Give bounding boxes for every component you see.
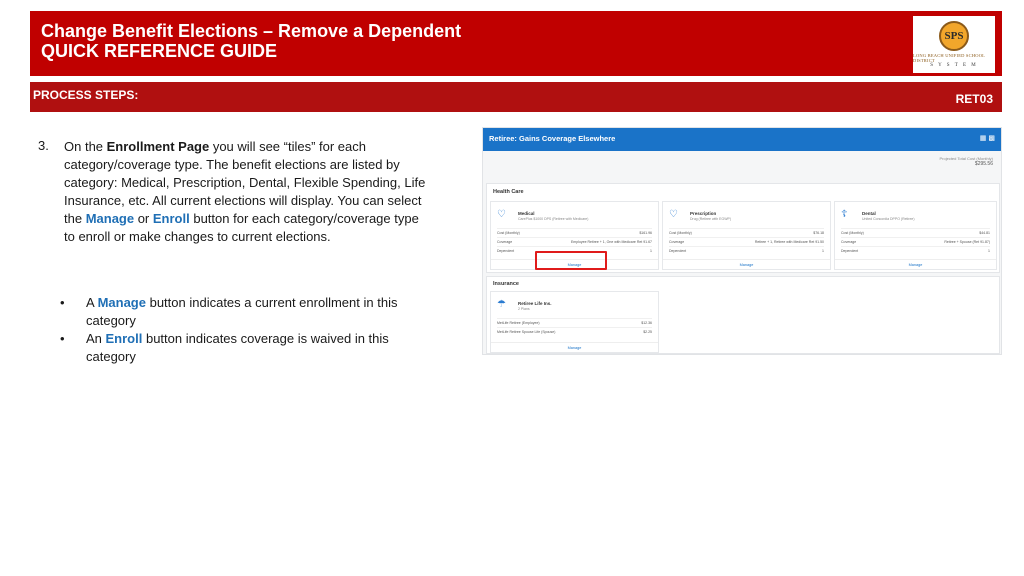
row-key: Coverage [841,240,857,244]
dental-tile: ☦ Dental United Concordia DPPO (Retiree)… [834,201,997,270]
insurance-title: Insurance [493,281,519,287]
screenshot-title: Retiree: Gains Coverage Elsewhere [489,134,616,143]
bullet-text: A Manage button indicates a current enro… [86,294,420,330]
row-value: $12.36 [641,321,652,325]
enrollment-screenshot: Retiree: Gains Coverage Elsewhere ▦ ▩ Pr… [482,127,1002,355]
tile-plan: CarePlus $1000 DPS (Retiree with Medicar… [518,217,589,221]
manage-button-highlight [535,251,607,270]
life-insurance-manage-button[interactable]: Manage [491,342,658,350]
bullet-key: Enroll [105,331,143,346]
page-subtitle: QUICK REFERENCE GUIDE [41,41,278,61]
row-value: Employee Retiree + 1, One with Medicare … [570,240,652,244]
process-steps-bar: PROCESS STEPS: RET03 [30,82,1002,112]
row-value: 1 [988,249,990,253]
bullet-text: An Enroll button indicates coverage is w… [86,330,420,366]
row-key: Cost (Monthly) [841,231,864,235]
print-icon[interactable]: ▩ [988,135,995,142]
logo-system-text: S Y S T E M [930,63,978,68]
logo-emblem: SPS [939,21,969,51]
row-key: Dependent [669,249,687,253]
tile-row: Dependent 1 [841,246,990,255]
bullet-key: Manage [97,295,146,310]
projected-cost: Projected Total Cost (Monthly) $295.56 [939,156,993,167]
tile-row: Dependent 1 [669,246,824,255]
document-code: RET03 [955,92,993,106]
row-value: $2.25 [643,330,652,334]
tile-row: Coverage Employee Retiree + 1, One with M… [497,237,652,246]
tile-name: Dental [862,211,876,216]
bullet-dot: • [60,331,65,346]
row-value: 1 [822,249,824,253]
health-care-title: Health Care [493,189,524,195]
bullet-item-enroll: • An Enroll button indicates coverage is… [60,330,420,366]
insurance-section: Insurance ☂ Retiree Life Ins. 2 Plans Me… [486,276,1000,354]
tile-row: MetLife Retiree (Employee) $12.36 [497,318,652,327]
tile-plan: 2 Plans [518,307,530,311]
prescription-tile: ♡ Prescription Drug (Retiree with EGWP) … [662,201,831,270]
enrollment-page-term: Enrollment Page [106,139,210,154]
row-value: 1 [650,249,652,253]
export-icon[interactable]: ▦ [980,135,987,142]
tile-plan: United Concordia DPPO (Retiree) [862,217,915,221]
dental-manage-button[interactable]: Manage [835,259,996,267]
tile-row: MetLife Retiree Spouse Life (Spouse) $2.2… [497,327,652,336]
bullet-pre: A [86,295,98,310]
heart-icon: ♡ [669,209,678,220]
row-key: Dependent [841,249,859,253]
tile-row: Cost (Monthly) $161.96 [497,228,652,237]
step-number: 3. [38,138,49,153]
row-value: $161.96 [639,231,652,235]
step-text-part: On the [64,139,107,154]
life-insurance-tile: ☂ Retiree Life Ins. 2 Plans MetLife Reti… [490,291,659,353]
tile-plan: Drug (Retiree with EGWP) [690,217,732,221]
screenshot-toolbar-icons: ▦ ▩ [980,134,995,142]
row-value: Retiree + Spouse (Ret 91.87) [944,240,990,244]
row-key: Coverage [669,240,685,244]
row-key: MetLife Retiree (Employee) [497,321,540,325]
tile-name: Retiree Life Ins. [518,301,552,306]
tile-name: Medical [518,211,535,216]
bullet-list: • A Manage button indicates a current en… [60,294,420,366]
bullet-pre: An [86,331,106,346]
row-value: Retiree + 1, Retiree with Medicare Ret 9… [754,240,824,244]
heart-icon: ♡ [497,209,506,220]
row-key: Dependent [497,249,515,253]
header-banner: Change Benefit Elections – Remove a Depe… [30,11,1002,76]
enroll-term: Enroll [152,211,190,226]
tile-name: Prescription [690,211,717,216]
bullet-dot: • [60,295,65,310]
row-key: MetLife Retiree Spouse Life (Spouse) [497,330,556,334]
step-text-part: or [134,211,153,226]
tile-row: Cost (Monthly) $76.18 [669,228,824,237]
prescription-manage-button[interactable]: Manage [663,259,830,267]
logo-text: LONG BEACH UNIFIED SCHOOL DISTRICT [913,53,985,63]
manage-term: Manage [85,211,135,226]
sps-logo: SPS LONG BEACH UNIFIED SCHOOL DISTRICT S… [913,16,995,73]
tooth-icon: ☦ [841,209,848,220]
process-steps-label: PROCESS STEPS: [33,88,139,102]
page-title: Change Benefit Elections – Remove a Depe… [41,21,462,41]
tile-row: Coverage Retiree + 1, Retiree with Medica… [669,237,824,246]
umbrella-icon: ☂ [497,299,506,310]
row-value: $76.18 [813,231,824,235]
row-key: Cost (Monthly) [669,231,692,235]
bullet-item-manage: • A Manage button indicates a current en… [60,294,420,330]
projected-cost-amount: $295.56 [974,161,993,167]
row-key: Cost (Monthly) [497,231,520,235]
row-key: Coverage [497,240,513,244]
row-value: $44.81 [979,231,990,235]
tile-row: Coverage Retiree + Spouse (Ret 91.87) [841,237,990,246]
tile-row: Cost (Monthly) $44.81 [841,228,990,237]
step-description: On the Enrollment Page you will see “til… [64,138,430,246]
screenshot-header: Retiree: Gains Coverage Elsewhere ▦ ▩ [483,128,1001,151]
